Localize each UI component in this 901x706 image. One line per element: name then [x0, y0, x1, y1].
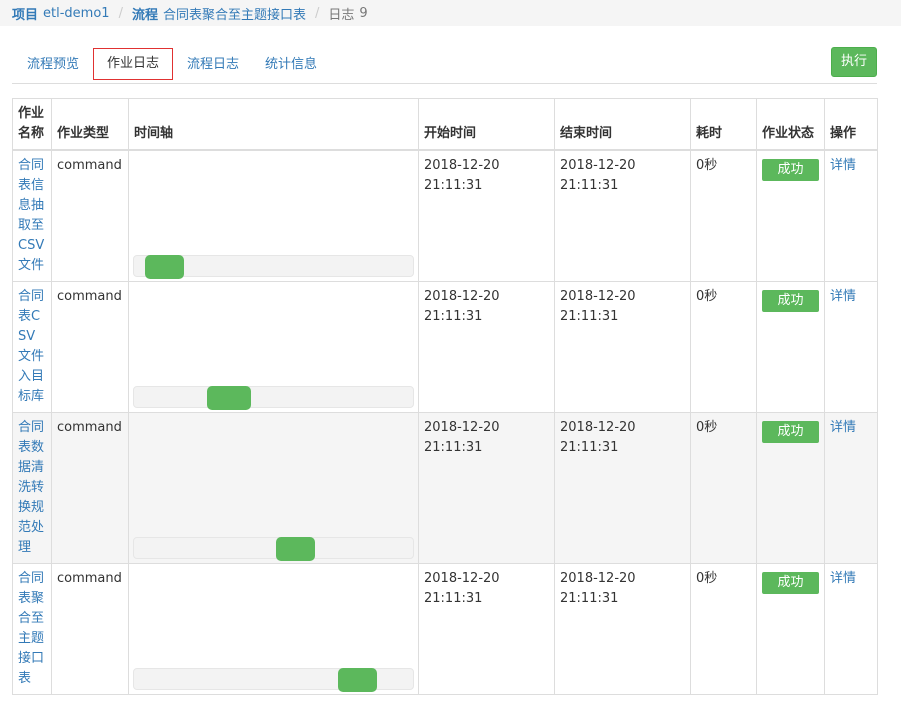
duration: 0秒: [690, 563, 757, 695]
status-badge: 成功: [762, 159, 819, 181]
breadcrumb-flow-link[interactable]: 合同表聚合至主题接口表: [163, 4, 306, 23]
timeline-cell: [128, 563, 419, 695]
start-time: 21:11:31: [424, 178, 483, 193]
timeline-bar[interactable]: [206, 386, 252, 410]
start-date: 2018-12-20: [424, 289, 500, 304]
timeline-bar[interactable]: [276, 537, 316, 561]
duration: 0秒: [690, 149, 757, 282]
duration: 0秒: [690, 412, 757, 564]
timeline-track: [133, 537, 414, 561]
job-name-link[interactable]: 合同表信息抽取至CSV文件: [18, 158, 44, 273]
breadcrumb-flow[interactable]: 流程 合同表聚合至主题接口表: [132, 4, 306, 23]
header-action: 操作: [824, 98, 878, 151]
tab-flow-log[interactable]: 流程日志: [181, 48, 245, 82]
breadcrumb-project-link[interactable]: etl-demo1: [43, 6, 110, 21]
breadcrumb-log: 日志 9: [328, 4, 367, 23]
end-time: 21:11:31: [560, 309, 619, 324]
timeline-track: [133, 668, 414, 692]
detail-link[interactable]: 详情: [830, 158, 856, 173]
breadcrumb-project-label: 项目: [12, 7, 39, 23]
header-job-name: 作业名称: [12, 98, 52, 151]
header-timeline: 时间轴: [128, 98, 419, 151]
breadcrumb-log-label: 日志: [328, 7, 355, 23]
job-name-link[interactable]: 合同表聚合至主题接口表: [18, 571, 44, 686]
status-badge: 成功: [762, 421, 819, 443]
execute-button[interactable]: 执行: [831, 47, 877, 77]
timeline-track: [133, 255, 414, 279]
duration: 0秒: [690, 281, 757, 413]
breadcrumb-log-number: 9: [359, 5, 368, 21]
tab-job-log[interactable]: 作业日志: [93, 48, 173, 80]
header-job-type: 作业类型: [51, 98, 129, 151]
tab-bar: 流程预览 作业日志 流程日志 统计信息: [12, 48, 877, 84]
job-type: command: [51, 563, 129, 695]
header-start-time: 开始时间: [418, 98, 555, 151]
tab-statistics[interactable]: 统计信息: [259, 48, 323, 82]
timeline-cell: [128, 281, 419, 413]
start-time: 21:11:31: [424, 440, 483, 455]
timeline-bar[interactable]: [337, 668, 377, 692]
timeline-track: [133, 386, 414, 410]
start-date: 2018-12-20: [424, 420, 500, 435]
header-end-time: 结束时间: [554, 98, 691, 151]
end-date: 2018-12-20: [560, 571, 636, 586]
breadcrumb-separator: /: [118, 5, 123, 21]
end-time: 21:11:31: [560, 440, 619, 455]
breadcrumb-flow-label: 流程: [131, 7, 158, 23]
tabs-row: 流程预览 作业日志 流程日志 统计信息: [0, 26, 901, 84]
detail-link[interactable]: 详情: [830, 289, 856, 304]
end-time: 21:11:31: [560, 591, 619, 606]
table-header-row: 作业名称 作业类型 时间轴 开始时间 结束时间 耗时 作业状态 操作: [12, 98, 878, 151]
timeline-bar[interactable]: [145, 255, 185, 279]
detail-link[interactable]: 详情: [830, 571, 856, 586]
end-time: 21:11:31: [560, 178, 619, 193]
end-date: 2018-12-20: [560, 158, 636, 173]
status-badge: 成功: [762, 572, 819, 594]
job-name-link[interactable]: 合同表数据清洗转换规范处理: [18, 420, 44, 555]
job-type: command: [51, 412, 129, 564]
job-type: command: [51, 281, 129, 413]
end-date: 2018-12-20: [560, 420, 636, 435]
job-type: command: [51, 149, 129, 282]
start-date: 2018-12-20: [424, 571, 500, 586]
table-row: 合同表聚合至主题接口表 command 2018-12-20 21:11:31 2…: [12, 563, 878, 695]
end-date: 2018-12-20: [560, 289, 636, 304]
breadcrumb-separator: /: [314, 5, 320, 21]
table-row: 合同表数据清洗转换规范处理 command 2018-12-20 21:11:31…: [12, 412, 878, 564]
breadcrumb: 项目 etl-demo1 / 流程 合同表聚合至主题接口表 / 日志 9: [0, 0, 901, 26]
breadcrumb-project[interactable]: 项目 etl-demo1: [12, 4, 110, 23]
start-time: 21:11:31: [424, 309, 483, 324]
job-name-link[interactable]: 合同表CSV文件入目标库: [18, 289, 44, 404]
timeline-cell: [128, 412, 419, 564]
header-status: 作业状态: [756, 98, 825, 151]
timeline-cell: [128, 149, 419, 282]
header-duration: 耗时: [690, 98, 757, 151]
table-row: 合同表CSV文件入目标库 command 2018-12-20 21:11:31 …: [12, 281, 878, 413]
tab-flow-preview[interactable]: 流程预览: [16, 48, 90, 82]
status-badge: 成功: [762, 290, 819, 312]
detail-link[interactable]: 详情: [830, 420, 856, 435]
start-time: 21:11:31: [424, 591, 483, 606]
start-date: 2018-12-20: [424, 158, 500, 173]
job-table: 作业名称 作业类型 时间轴 开始时间 结束时间 耗时 作业状态 操作 合同表信息…: [12, 98, 878, 695]
table-row: 合同表信息抽取至CSV文件 command 2018-12-20 21:11:31…: [12, 149, 878, 282]
